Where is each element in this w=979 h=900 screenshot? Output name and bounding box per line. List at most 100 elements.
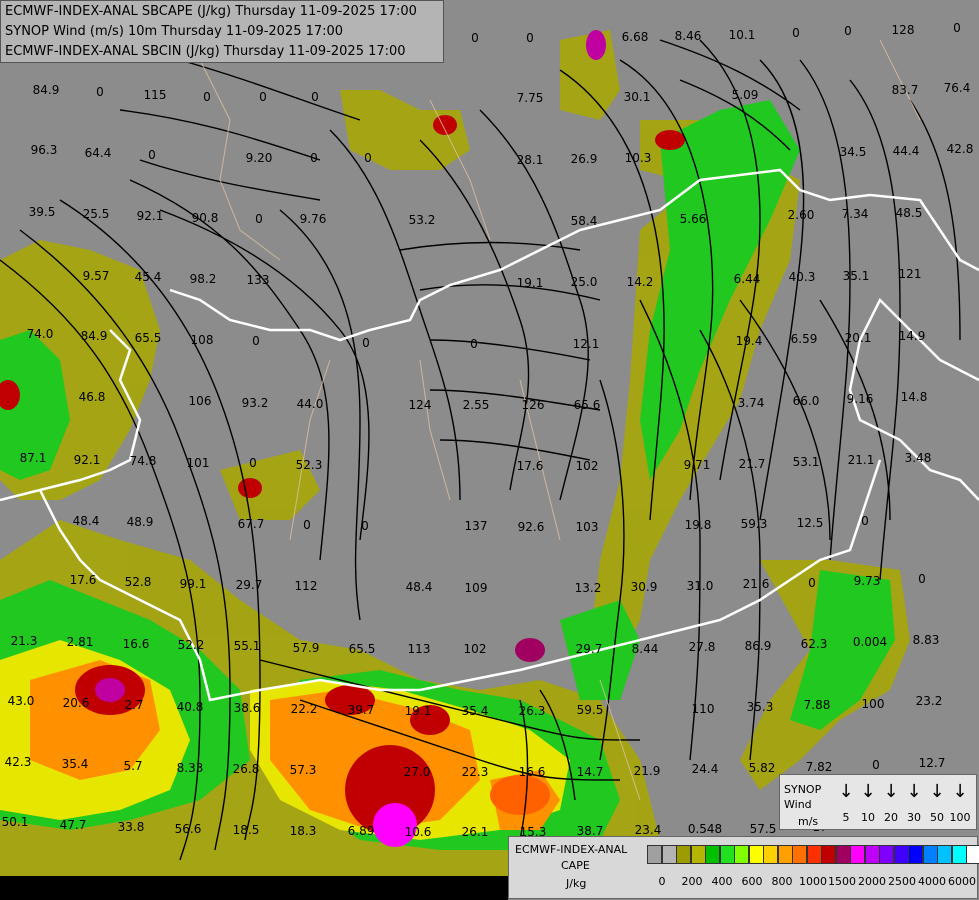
station-value: 19.8 <box>684 518 712 532</box>
station-value: 25.5 <box>82 207 110 221</box>
station-value: 0 <box>311 90 319 104</box>
station-value: 9.16 <box>846 392 874 406</box>
station-value: 102 <box>463 642 487 656</box>
station-value: 40.8 <box>176 700 204 714</box>
station-value: 7.82 <box>805 760 833 774</box>
station-value: 74.8 <box>129 454 157 468</box>
wind-barb-icon: ↓ <box>906 781 922 802</box>
cape-legend-tick: 600 <box>741 875 763 888</box>
wind-barb-icon: ↓ <box>860 781 876 802</box>
station-value: 7.34 <box>841 207 869 221</box>
station-value: 0.004 <box>852 635 888 649</box>
station-value: 10.3 <box>624 151 652 165</box>
station-value: 59.5 <box>576 703 604 717</box>
cape-legend-tick: 200 <box>681 875 703 888</box>
station-value: 30.1 <box>623 90 651 104</box>
cape-legend-swatch <box>676 845 691 864</box>
station-value: 8.33 <box>176 761 204 775</box>
cape-legend-swatch <box>951 845 967 864</box>
station-value: 29.7 <box>235 578 263 592</box>
cape-legend-swatch <box>908 845 923 864</box>
station-value: 0 <box>255 212 263 226</box>
synop-legend-value: 20 <box>884 811 898 824</box>
station-value: 10.1 <box>728 28 756 42</box>
station-value: 0 <box>471 31 479 45</box>
cape-legend-swatch <box>661 845 677 864</box>
station-value: 19.4 <box>735 334 763 348</box>
station-value: 53.2 <box>408 213 436 227</box>
station-value: 0 <box>361 519 369 533</box>
station-value: 57.3 <box>289 763 317 777</box>
station-value: 0 <box>526 31 534 45</box>
station-value: 76.4 <box>943 81 971 95</box>
station-value: 31.0 <box>686 579 714 593</box>
station-value: 86.9 <box>744 639 772 653</box>
station-value: 112 <box>294 579 318 593</box>
station-value: 21.9 <box>633 764 661 778</box>
map-header: ECMWF-INDEX-ANAL SBCAPE (J/kg) Thursday … <box>0 0 444 63</box>
station-value: 101 <box>186 456 210 470</box>
station-value: 18.3 <box>289 824 317 838</box>
station-value: 38.6 <box>233 701 261 715</box>
station-value: 48.5 <box>895 206 923 220</box>
cape-legend-swatch <box>777 845 793 864</box>
station-value: 40.3 <box>788 270 816 284</box>
synop-legend-unit: m/s <box>798 815 819 828</box>
cape-legend-unit: J/kg <box>566 877 587 890</box>
station-value: 52.8 <box>124 575 152 589</box>
station-value: 8.83 <box>912 633 940 647</box>
station-value: 46.8 <box>78 390 106 404</box>
cape-legend-swatch <box>647 845 662 864</box>
station-value: 56.6 <box>174 822 202 836</box>
cape-legend-tick: 2000 <box>858 875 886 888</box>
synop-legend-value: 5 <box>842 811 850 824</box>
station-value: 57.5 <box>749 822 777 836</box>
station-value: 2.60 <box>787 208 815 222</box>
synop-legend-subtitle: Wind <box>784 798 812 811</box>
cape-legend-swatch <box>690 845 706 864</box>
station-value: 84.9 <box>80 329 108 343</box>
cape-legend-swatch <box>879 845 894 864</box>
station-value: 16.6 <box>122 637 150 651</box>
station-value: 48.9 <box>126 515 154 529</box>
station-value: 99.1 <box>179 577 207 591</box>
station-value: 7.88 <box>803 698 831 712</box>
station-value: 3.74 <box>737 396 765 410</box>
cape-legend-tick: 0 <box>658 875 666 888</box>
station-value: 30.9 <box>630 580 658 594</box>
station-value: 39.5 <box>28 205 56 219</box>
station-value: 14.2 <box>626 275 654 289</box>
wind-barb-icon: ↓ <box>929 781 945 802</box>
station-value: 27.8 <box>688 640 716 654</box>
station-value: 9.71 <box>683 458 711 472</box>
station-value: 0 <box>792 26 800 40</box>
station-value: 93.2 <box>241 396 269 410</box>
station-value: 12.7 <box>918 756 946 770</box>
station-value: 96.3 <box>30 143 58 157</box>
station-value: 65.6 <box>573 398 601 412</box>
station-value: 65.5 <box>134 331 162 345</box>
station-value: 66.0 <box>792 394 820 408</box>
station-value: 0 <box>844 24 852 38</box>
station-value: 8.46 <box>674 29 702 43</box>
station-value: 98.2 <box>189 272 217 286</box>
cape-legend-swatch <box>835 845 851 864</box>
station-value: 0 <box>252 334 260 348</box>
station-value: 21.3 <box>10 634 38 648</box>
station-value: 6.68 <box>621 30 649 44</box>
wind-barb-icon: ↓ <box>838 781 854 802</box>
station-value: 26.3 <box>518 704 546 718</box>
station-value: 2.7 <box>124 698 144 712</box>
cape-legend-swatch <box>719 845 735 864</box>
synop-legend-value: 30 <box>907 811 921 824</box>
station-value: 26.1 <box>461 825 489 839</box>
station-value: 47.7 <box>59 818 87 832</box>
station-value: 121 <box>898 267 922 281</box>
cape-legend-swatch <box>748 845 764 864</box>
station-value: 53.1 <box>792 455 820 469</box>
cape-legend-tick: 4000 <box>918 875 946 888</box>
station-value: 7.75 <box>516 91 544 105</box>
station-value: 103 <box>575 520 599 534</box>
station-value: 0 <box>362 336 370 350</box>
station-value: 13.2 <box>574 581 602 595</box>
